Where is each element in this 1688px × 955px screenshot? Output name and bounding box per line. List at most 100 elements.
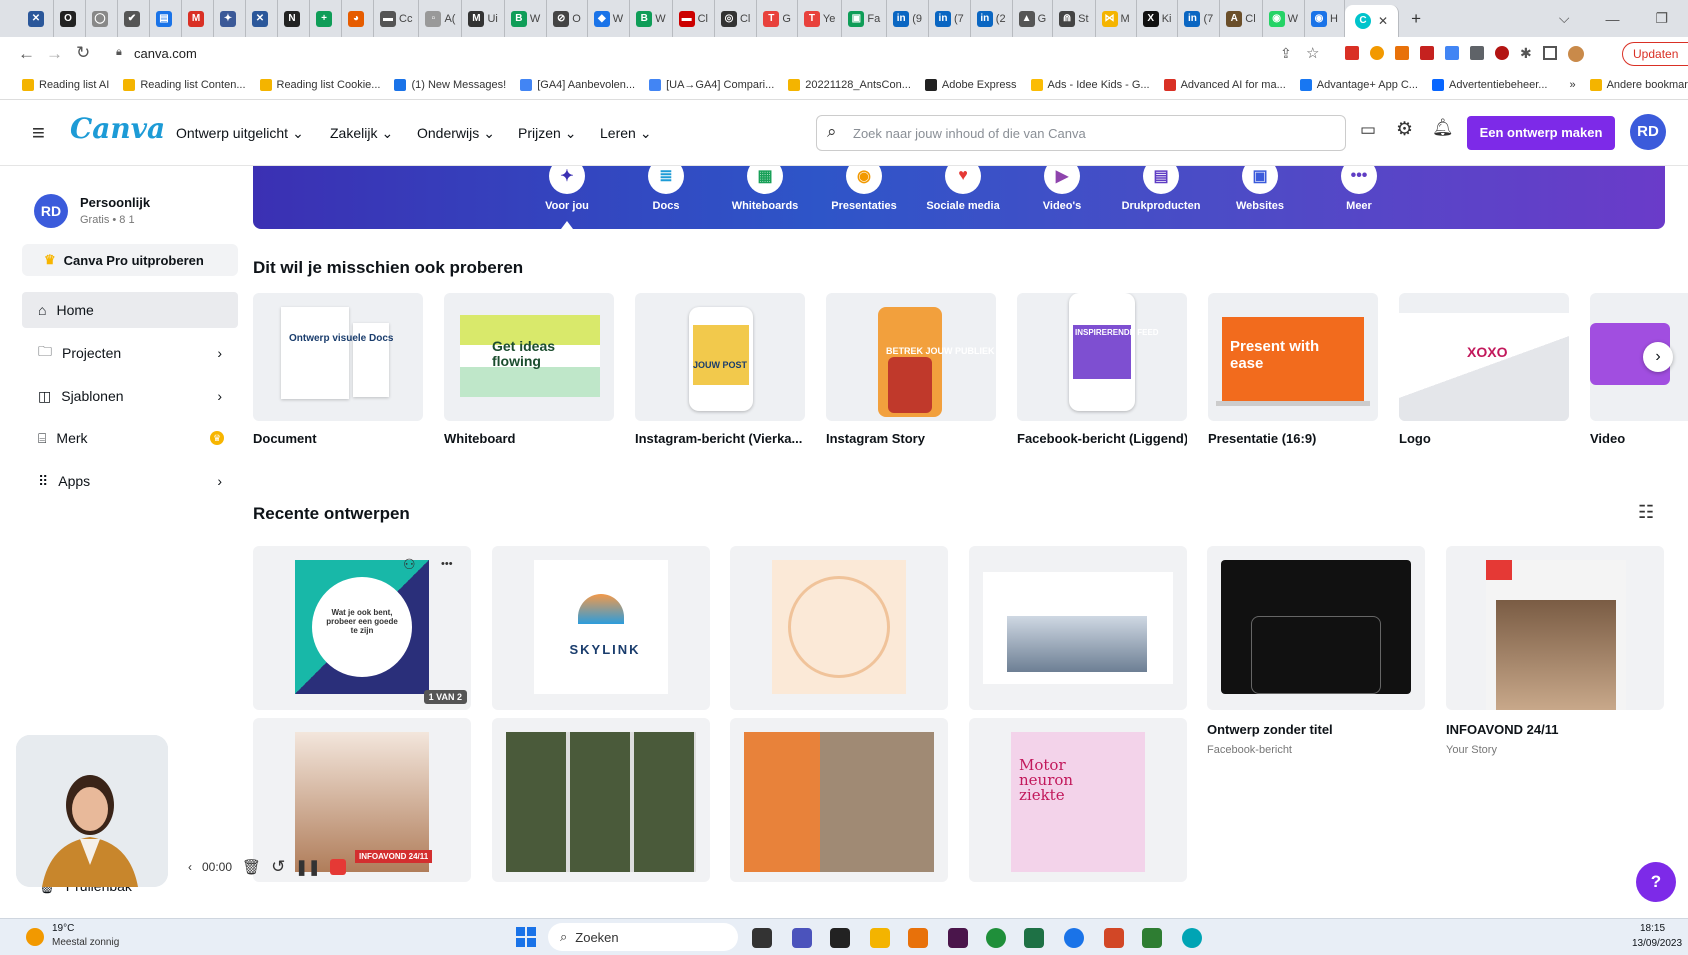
browser-tab[interactable]: M <box>182 0 214 37</box>
browser-tab[interactable]: X Ki <box>1137 0 1179 37</box>
powerpoint-icon[interactable] <box>1104 928 1124 948</box>
browser-tab[interactable]: BW <box>630 0 673 37</box>
template-card[interactable]: Ontwerp visuele Docs Document <box>253 293 423 446</box>
search-box[interactable]: ⌕ Zoek naar jouw inhoud of die van Canva <box>816 115 1346 151</box>
teams-icon[interactable] <box>792 928 812 948</box>
browser-tab[interactable]: in (9 <box>887 0 929 37</box>
update-button[interactable]: Updaten <box>1622 42 1688 66</box>
sidebar-item-templates[interactable]: ◫ Sjablonen › <box>22 378 238 414</box>
category-5[interactable]: ▶ Video's <box>1014 166 1110 229</box>
recent-design-card[interactable] <box>730 718 948 882</box>
reload-icon[interactable]: ↻ <box>76 43 90 63</box>
browser-tab[interactable]: ▬ Cl <box>673 0 715 37</box>
bookmark-item[interactable]: Reading list Conten... <box>123 79 246 91</box>
terminal-icon[interactable] <box>830 928 850 948</box>
template-card[interactable]: INSPIRERENDE FEED Facebook-bericht (Ligge… <box>1017 293 1187 446</box>
nav-leren[interactable]: Leren ⌄ <box>600 100 652 166</box>
account-avatar[interactable]: RD <box>34 194 68 228</box>
category-1[interactable]: ≣ Docs <box>618 166 714 229</box>
browser-tab[interactable]: ⊘ O <box>547 0 588 37</box>
sidebar-item-apps[interactable]: ⠿ Apps › <box>22 463 238 499</box>
browser-tab[interactable]: ◆ W <box>588 0 631 37</box>
category-3[interactable]: ◉ Presentaties <box>816 166 912 229</box>
pause-icon[interactable]: ❚❚ <box>295 858 320 876</box>
bookmark-item[interactable]: [GA4] Aanbevolen... <box>520 79 635 91</box>
browser-tab[interactable]: T Ye <box>798 0 843 37</box>
forward-icon[interactable]: → <box>46 44 63 64</box>
close-tab-icon[interactable]: ✕ <box>1378 14 1388 28</box>
template-card[interactable]: JOUW POST Instagram-bericht (Vierka... <box>635 293 805 446</box>
notifications-bell-icon[interactable]: 🔔︎ <box>1432 118 1454 138</box>
category-0[interactable]: ✦ Voor jou <box>519 166 615 229</box>
browser-tab[interactable]: ◉ W <box>1263 0 1306 37</box>
browser-tab[interactable]: in (2 <box>971 0 1013 37</box>
browser-tab[interactable]: A Cl <box>1220 0 1263 37</box>
windows-start-icon[interactable] <box>516 927 536 947</box>
star-icon[interactable]: ☆ <box>1306 44 1319 62</box>
nav-ontwerp-uitgelicht[interactable]: Ontwerp uitgelicht ⌄ <box>176 100 304 166</box>
tab-search-icon[interactable]: ⌵ <box>1559 10 1570 27</box>
template-card[interactable]: BETREK JOUW PUBLIEK Instagram Story <box>826 293 996 446</box>
nav-onderwijs[interactable]: Onderwijs ⌄ <box>417 100 495 166</box>
browser-tab[interactable]: ◉ H <box>1305 0 1345 37</box>
browser-tab[interactable]: O <box>54 0 86 37</box>
bookmarks-overflow-button[interactable]: » <box>1569 79 1575 91</box>
template-card[interactable]: XOXO Logo <box>1399 293 1569 446</box>
more-options-icon[interactable]: ••• <box>441 558 453 570</box>
nav-zakelijk[interactable]: Zakelijk ⌄ <box>330 100 393 166</box>
share-icon[interactable]: ⇪ <box>1280 45 1292 62</box>
monitor-icon[interactable]: ▭ <box>1360 120 1376 140</box>
browser-tab[interactable]: ✦ <box>214 0 246 37</box>
browser-tab[interactable]: ◎ Cl <box>715 0 758 37</box>
extension-icon[interactable] <box>1495 46 1509 60</box>
browser-tab[interactable]: TG <box>757 0 798 37</box>
template-card[interactable]: Present with ease Presentatie (16:9) <box>1208 293 1378 446</box>
help-button[interactable]: ? <box>1636 862 1676 902</box>
recent-design-card[interactable] <box>492 718 710 882</box>
settings-gear-icon[interactable]: ⚙ <box>1396 118 1413 141</box>
browser-tab[interactable]: ◯ <box>86 0 118 37</box>
bookmark-item[interactable]: Advanced AI for ma... <box>1163 79 1286 91</box>
slack-icon[interactable] <box>948 928 968 948</box>
sidebar-item-home[interactable]: ⌂ Home <box>22 292 238 328</box>
active-browser-tab[interactable]: C ✕ <box>1345 5 1400 37</box>
bookmark-item[interactable]: (1) New Messages! <box>394 79 506 91</box>
extension-icon[interactable] <box>1470 46 1484 60</box>
browser-tab[interactable]: ◕ <box>342 0 374 37</box>
template-card[interactable]: Video <box>1590 293 1688 446</box>
task-view-icon[interactable] <box>752 928 772 948</box>
category-8[interactable]: ••• Meer <box>1311 166 1407 229</box>
share-people-icon[interactable]: ⚇ <box>403 556 416 573</box>
new-tab-button[interactable]: + <box>1411 9 1421 29</box>
try-pro-button[interactable]: ♛ Canva Pro uitproberen <box>22 244 238 276</box>
collapse-chevron-icon[interactable]: ‹ <box>188 860 192 874</box>
edge-icon[interactable] <box>1182 928 1202 948</box>
template-card[interactable]: Get ideas flowing Whiteboard <box>444 293 614 446</box>
restart-icon[interactable]: ↺ <box>271 857 285 877</box>
carousel-next-button[interactable]: › <box>1643 342 1673 372</box>
minimize-icon[interactable]: — <box>1605 11 1619 27</box>
browser-tab[interactable]: in (7 <box>1178 0 1221 37</box>
taskbar-search[interactable]: ⌕ Zoeken <box>548 923 738 951</box>
recent-design-card[interactable]: Motor neuron ziekte <box>969 718 1187 882</box>
browser-tab[interactable]: ▬ Cc <box>374 0 420 37</box>
search-input[interactable]: Zoek naar jouw inhoud of die van Canva <box>853 126 1086 141</box>
list-view-icon[interactable]: ☷ <box>1638 502 1654 523</box>
recent-design-card[interactable]: INFOAVOND 24/11 Your Story <box>1446 546 1664 756</box>
category-7[interactable]: ▣ Websites <box>1212 166 1308 229</box>
bookmark-item[interactable]: Reading list AI <box>22 79 109 91</box>
app-icon[interactable] <box>1142 928 1162 948</box>
extension-icon[interactable] <box>1345 46 1359 60</box>
profile-icon[interactable] <box>1567 46 1584 62</box>
browser-tab[interactable]: in (7 <box>929 0 971 37</box>
user-avatar[interactable]: RD <box>1630 114 1666 150</box>
canva-logo[interactable]: Canva <box>70 112 165 145</box>
create-design-button[interactable]: Een ontwerp maken <box>1467 116 1615 150</box>
bookmark-item[interactable]: Reading list Cookie... <box>259 79 380 91</box>
extension-icon[interactable] <box>1395 46 1409 60</box>
category-6[interactable]: ▤ Drukproducten <box>1113 166 1209 229</box>
bookmark-item[interactable]: Adobe Express <box>924 79 1017 91</box>
browser-tab[interactable]: ▲ G <box>1013 0 1054 37</box>
browser-tab[interactable]: ▫ A( <box>419 0 463 37</box>
hamburger-menu-icon[interactable]: ≡ <box>32 120 45 146</box>
